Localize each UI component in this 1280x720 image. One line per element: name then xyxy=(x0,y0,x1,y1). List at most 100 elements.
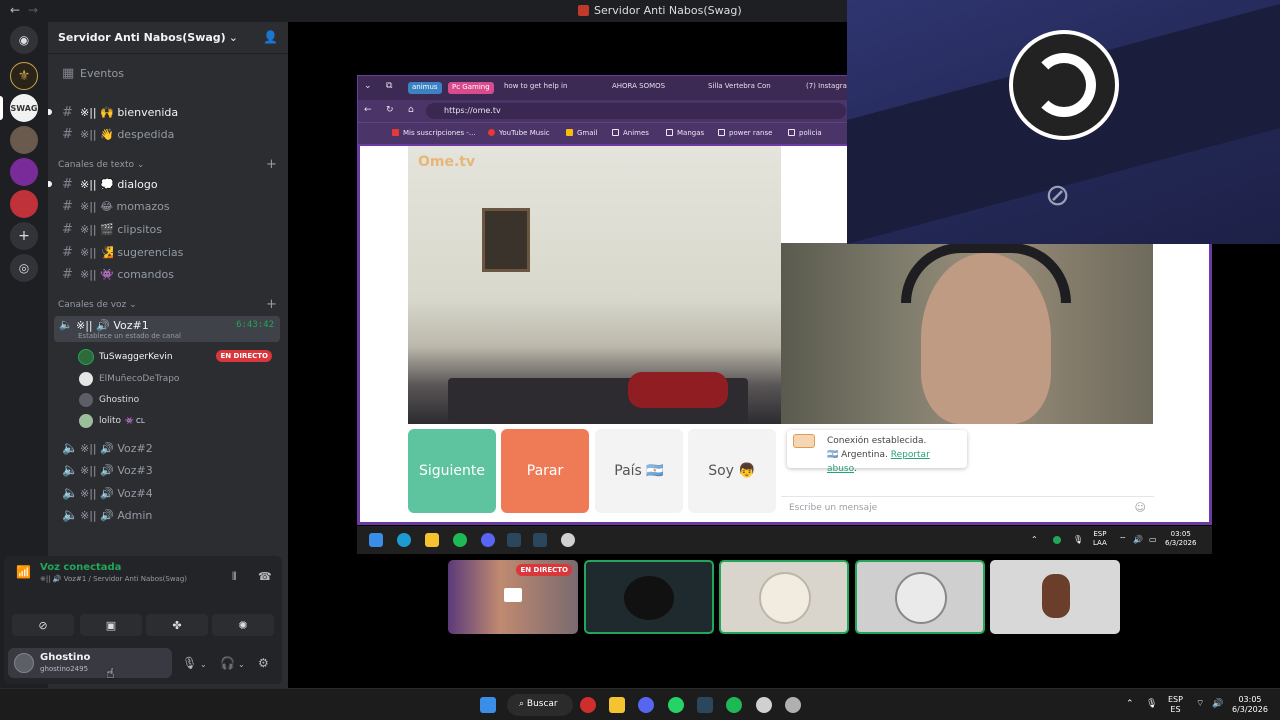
stop-button[interactable]: Parar xyxy=(501,429,589,513)
channel-despedida[interactable]: # ※|| 👋 despedida xyxy=(54,124,280,144)
add-server-icon[interactable]: + xyxy=(10,222,38,250)
edge-icon[interactable] xyxy=(397,533,411,547)
steam-icon[interactable] xyxy=(697,697,713,713)
chevron-down-icon[interactable]: ⌄ xyxy=(200,660,207,669)
voice-channel-active[interactable]: 🔈 ※|| 🔊 Voz#1 6:43:42 Establece un estad… xyxy=(54,316,280,342)
clock[interactable]: 03:05 6/3/2026 xyxy=(1165,530,1196,548)
channel-momazos[interactable]: # ※|| 😂 momazos xyxy=(54,196,280,216)
soundboard-button[interactable]: ✺ xyxy=(212,614,274,636)
bookmark-item[interactable]: Mis suscripciones -... xyxy=(392,129,476,137)
bookmark-item[interactable]: policia xyxy=(788,129,822,137)
voice-user[interactable]: ElMuñecoDeTrapo xyxy=(78,370,278,388)
voice-channel-2[interactable]: 🔈 ※|| 🔊 Voz#2 xyxy=(54,438,280,458)
server-swag-active[interactable]: SWAG xyxy=(10,94,38,122)
clock[interactable]: 03:05 6/3/2026 xyxy=(1232,695,1268,715)
tab-group-animus[interactable]: animus xyxy=(408,82,442,94)
server-avatar-5[interactable] xyxy=(10,190,38,218)
chevron-down-icon[interactable]: ⌄ xyxy=(238,660,245,669)
events-item[interactable]: ▦ Eventos xyxy=(54,63,280,83)
whatsapp-icon[interactable] xyxy=(668,697,684,713)
emoji-icon[interactable]: ☺ xyxy=(1135,501,1146,514)
discord-home-icon[interactable]: ◉ xyxy=(10,26,38,54)
volume-icon[interactable]: 🔊 xyxy=(1133,535,1143,544)
bookmark-item[interactable]: Mangas xyxy=(666,129,704,137)
discord-icon[interactable] xyxy=(481,533,495,547)
anime-tile[interactable] xyxy=(855,560,985,634)
url-field[interactable]: https://ome.tv xyxy=(426,103,846,119)
bookmark-item[interactable]: Gmail xyxy=(566,129,597,137)
channel-sugerencias[interactable]: # ※|| 🧏 sugerencias xyxy=(54,242,280,262)
taskbar-search[interactable]: ⌕ Buscar xyxy=(507,694,573,716)
voice-user[interactable]: Ghostino xyxy=(78,391,278,409)
chat-input[interactable]: Escribe un mensaje ☺ xyxy=(781,496,1154,520)
microphone-icon[interactable]: 🎙 xyxy=(1073,535,1083,544)
battery-icon[interactable]: ▭ xyxy=(1149,535,1157,544)
spotify-icon[interactable] xyxy=(726,697,742,713)
browser-tab[interactable]: AHORA SOMOS xyxy=(612,82,678,95)
camera-off-button[interactable]: ⊘ xyxy=(12,614,74,636)
sketch-tile[interactable] xyxy=(719,560,849,634)
channel-clipsitos[interactable]: # ※|| 🎬 clipsitos xyxy=(54,219,280,239)
user-card[interactable]: Ghostino ghostino2495 xyxy=(8,648,172,678)
voice-user[interactable]: TuSwaggerKevin EN DIRECTO xyxy=(78,348,278,366)
voice-channel-3[interactable]: 🔈 ※|| 🔊 Voz#3 xyxy=(54,460,280,480)
server-avatar-3[interactable] xyxy=(10,126,38,154)
reload-icon[interactable]: ↻ xyxy=(386,105,394,115)
server-avatar-4[interactable] xyxy=(10,158,38,186)
sackboy-tile[interactable] xyxy=(990,560,1120,634)
file-explorer-icon[interactable] xyxy=(609,697,625,713)
bookmark-item[interactable]: YouTube Music xyxy=(488,129,550,137)
pingu-tile[interactable] xyxy=(584,560,714,634)
microphone-icon[interactable]: 🎙 xyxy=(1146,699,1157,709)
voice-connected-sub[interactable]: ※|| 🔊 Voz#1 / Servidor Anti Nabos(Swag) xyxy=(40,575,187,583)
server-header[interactable]: Servidor Anti Nabos(Swag) ⌄ 👤 xyxy=(48,22,288,54)
wifi-icon[interactable]: ⌔ xyxy=(1119,535,1127,544)
tab-menu-icon[interactable]: ⌄ xyxy=(364,81,372,91)
microphone-icon[interactable]: 🎙 xyxy=(182,656,197,670)
file-explorer-icon[interactable] xyxy=(425,533,439,547)
steam-icon[interactable] xyxy=(507,533,521,547)
wifi-icon[interactable]: ⌔ xyxy=(1196,699,1204,709)
country-button[interactable]: País 🇦🇷 xyxy=(595,429,683,513)
forward-arrow-icon[interactable]: → xyxy=(28,3,38,17)
voice-channel-admin[interactable]: 🔈 ※|| 🔊 Admin xyxy=(54,505,280,525)
browser-tab[interactable]: how to get help in xyxy=(504,82,584,95)
windows-start-icon[interactable] xyxy=(369,533,383,547)
server-avatar-1[interactable]: ⚜ xyxy=(10,62,38,90)
discord-icon[interactable] xyxy=(638,697,654,713)
bookmark-item[interactable]: Animes xyxy=(612,129,649,137)
language-indicator[interactable]: ESP ES xyxy=(1168,695,1183,715)
spotify-icon[interactable] xyxy=(453,533,467,547)
bookmark-item[interactable]: power ranse xyxy=(718,129,772,137)
channel-comandos[interactable]: # ※|| 👾 comandos xyxy=(54,264,280,284)
volume-icon[interactable]: 🔊 xyxy=(1212,699,1223,709)
gender-button[interactable]: Soy 👦 xyxy=(688,429,776,513)
channel-status[interactable]: Establece un estado de canal xyxy=(78,332,181,340)
back-arrow-icon[interactable]: ← xyxy=(364,105,372,115)
settings-gear-icon[interactable]: ⚙ xyxy=(258,656,269,670)
browser-tab[interactable]: Silla Vertebra Con xyxy=(708,82,772,95)
app-icon[interactable] xyxy=(561,533,575,547)
headphones-icon[interactable]: 🎧 xyxy=(220,656,235,670)
home-icon[interactable]: ⌂ xyxy=(408,105,414,115)
channel-bienvenida[interactable]: # ※|| 🙌 bienvenida xyxy=(48,102,280,122)
language-indicator[interactable]: ESP LAA xyxy=(1093,530,1107,548)
add-channel-icon[interactable]: + xyxy=(266,157,277,172)
activities-button[interactable]: ✤ xyxy=(146,614,208,636)
workspaces-icon[interactable]: ⧉ xyxy=(386,81,392,91)
person-add-icon[interactable]: 👤 xyxy=(263,30,278,44)
app-icon[interactable] xyxy=(756,697,772,713)
back-arrow-icon[interactable]: ← xyxy=(10,3,20,17)
stream-tile[interactable]: EN DIRECTO xyxy=(448,560,578,634)
disconnect-icon[interactable]: ☎ xyxy=(258,570,272,583)
screen-share-button[interactable]: ▣ xyxy=(80,614,142,636)
explore-icon[interactable]: ◎ xyxy=(10,254,38,282)
add-channel-icon[interactable]: + xyxy=(266,297,277,312)
windows-start-icon[interactable] xyxy=(480,697,496,713)
chevron-up-icon[interactable]: ⌃ xyxy=(1031,535,1038,544)
obs-icon[interactable] xyxy=(785,697,801,713)
voice-user[interactable]: lolito 👾 CL xyxy=(78,412,278,430)
voice-channel-4[interactable]: 🔈 ※|| 🔊 Voz#4 xyxy=(54,483,280,503)
steam-icon[interactable] xyxy=(533,533,547,547)
channel-dialogo[interactable]: # ※|| 💭 dialogo xyxy=(48,174,280,194)
